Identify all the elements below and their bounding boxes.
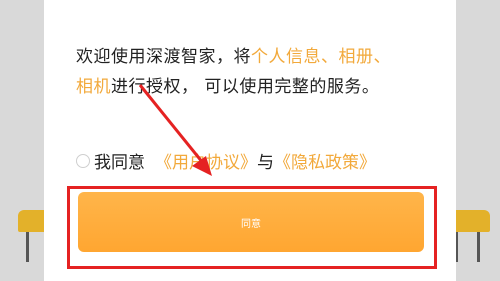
consent-message: 欢迎使用深渡智家，将个人信息、相册、 相机进行授权， 可以使用完整的服务。 xyxy=(76,42,416,102)
chair-leg xyxy=(26,232,29,262)
chair-leg xyxy=(477,232,480,262)
agree-label: 我同意 xyxy=(94,153,145,173)
annotation-highlight-box xyxy=(67,186,437,269)
consent-permissions-highlight: 个人信息、相册、 xyxy=(251,47,391,67)
user-agreement-link[interactable]: 《用户协议》 xyxy=(155,148,257,173)
agreement-row: 我同意 《用户协议》 与 《隐私政策》 xyxy=(76,148,376,173)
consent-rest: 进行授权， 可以使用完整的服务。 xyxy=(111,77,380,97)
consent-prefix: 欢迎使用深渡智家，将 xyxy=(76,47,251,67)
consent-camera-highlight: 相机 xyxy=(76,77,111,97)
privacy-policy-link[interactable]: 《隐私政策》 xyxy=(274,148,376,173)
agree-radio[interactable] xyxy=(76,153,90,168)
agreement-connector: 与 xyxy=(257,153,274,173)
